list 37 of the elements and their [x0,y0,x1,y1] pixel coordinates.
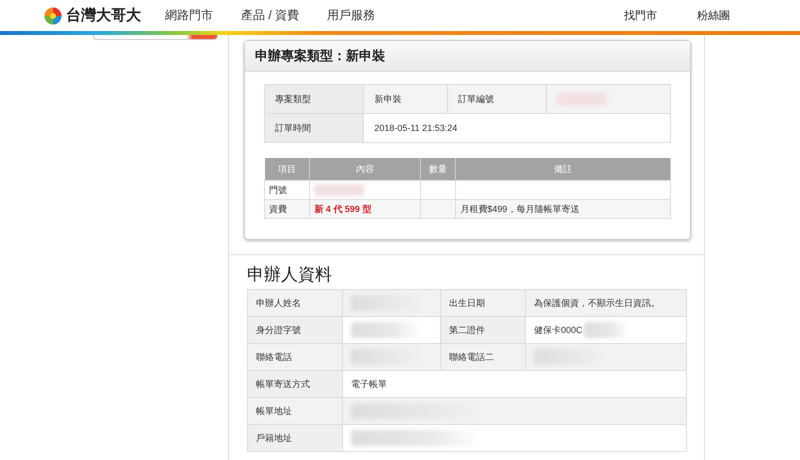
column-header: 數量 [420,158,456,180]
field-label: 訂單時間 [275,122,311,132]
column-header: 備註 [456,158,670,180]
field-label: 身分證字號 [256,324,301,334]
table-cell: 資費 [269,204,287,214]
blurred-value [314,184,364,196]
brand-name[interactable]: 台灣大哥大 [66,6,141,25]
section-title: 申辦人資料 [247,264,333,286]
field-label: 第二證件 [448,324,485,334]
field-label: 戶籍地址 [256,432,292,442]
field-label: 聯絡電話二 [448,352,494,362]
logo-icon [44,6,62,24]
field-label: 申辦人姓名 [256,298,301,308]
column-header: 內容 [310,158,421,180]
card-title: 申辦專案類型：新申裝 [255,48,385,63]
field-label: 聯絡電話 [256,352,292,362]
field-label: 帳單寄送方式 [256,378,310,388]
field-label: 出生日期 [448,298,485,308]
nav-link[interactable]: 用戶服務 [327,7,376,24]
field-value: 2018-05-11 21:53:24 [374,123,458,133]
header-link[interactable]: 找門市 [624,8,657,23]
blurred-value [584,322,630,338]
column-header: 項目 [264,158,310,180]
field-value: 新申裝 [374,94,402,104]
field-label: 訂單編號 [458,94,494,104]
table-cell: 月租費$499，每月隨帳單寄送 [460,204,580,214]
plan-name: 新 4 代 599 型 [314,204,372,214]
field-value: 為保護個資，不顯示生日資訊。 [534,298,660,308]
field-value: 電子帳單 [351,378,387,388]
field-value: 健保卡000C [534,324,582,336]
field-label: 帳單地址 [256,406,292,416]
nav-link[interactable]: 網路門市 [165,7,213,24]
table-cell: 門號 [269,184,287,194]
header-link[interactable]: 粉絲團 [697,8,730,23]
field-label: 專案類型 [275,94,311,104]
nav-link[interactable]: 產品 / 資費 [241,7,300,24]
blurred-value [351,322,421,338]
